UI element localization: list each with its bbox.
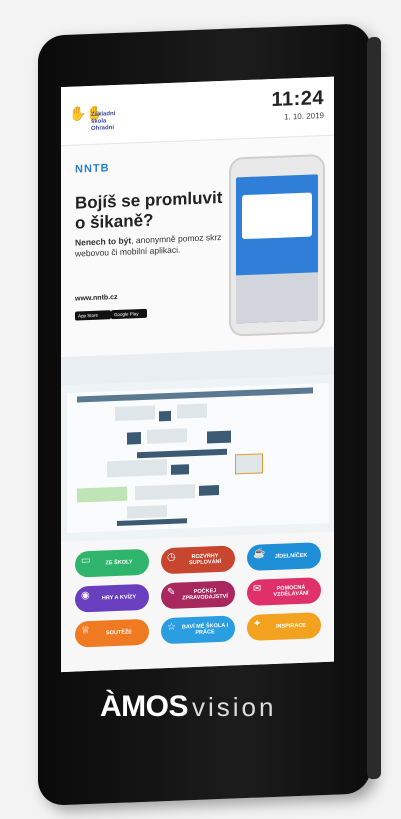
ad-url[interactable]: www.nntb.cz <box>75 294 118 303</box>
school-name: Základní škola Ohradní <box>91 111 116 132</box>
menu-button-ze-skoly[interactable]: ▭ ZE ŠKOLY <box>75 548 149 578</box>
phone-app-screen <box>236 174 318 324</box>
ad-text: Nenech to být, anonymně pomoz skrz webov… <box>75 231 235 259</box>
timetable-cell <box>135 483 195 501</box>
kiosk-device: ✋✋ Základní škola Ohradní 11:24 1. 10. 2… <box>38 23 381 806</box>
menu-button-label: ROZVRHY SUPLOVÁNÍ <box>188 552 222 567</box>
menu-button-bavi-me[interactable]: ☆ BAVÍ MĚ ŠKOLA I PRÁCE <box>161 615 235 645</box>
timetable-cell <box>115 405 155 422</box>
school-logo: ✋✋ Základní škola Ohradní <box>69 98 129 134</box>
pen-icon: ✎ <box>167 586 176 599</box>
timetable-highlight-cell <box>235 453 263 475</box>
menu-button-label: BAVÍ MĚ ŠKOLA I PRÁCE <box>181 622 229 636</box>
chat-icon: ✉ <box>253 583 262 595</box>
timetable-cell <box>177 403 207 419</box>
bulb-icon: ✦ <box>253 618 262 630</box>
ad-headline: Bojíš se promluvit o šikaně? <box>75 187 223 233</box>
timetable-panel[interactable] <box>61 346 334 543</box>
timetable-cell <box>199 485 219 496</box>
main-menu: ▭ ZE ŠKOLY ◷ ROZVRHY SUPLOVÁNÍ ☕ JÍDELNÍČEK… <box>61 531 334 673</box>
menu-button-hry[interactable]: ◉ HRY A KVÍZY <box>75 583 149 613</box>
phone-form-card <box>242 192 312 240</box>
timetable-cell <box>77 486 127 503</box>
menu-button-label: INSPIRACE <box>276 622 306 630</box>
timetable-hour-row <box>77 387 313 403</box>
clock-date: 1. 10. 2019 <box>283 111 324 122</box>
gamepad-icon: ◉ <box>81 590 90 602</box>
ad-brand-text: NNTB <box>75 162 110 176</box>
timetable-cell <box>207 430 231 444</box>
menu-button-jidelnicek[interactable]: ☕ JÍDELNÍČEK <box>247 542 321 571</box>
timetable-cell <box>127 432 141 445</box>
amos-brand: ÀMOS <box>100 690 188 724</box>
menu-button-vzdelavani[interactable]: ✉ POMOCNÁ VZDĚLÁVÁNÍ <box>247 577 321 606</box>
menu-button-label: POMOCNÁ VZDĚLÁVÁNÍ <box>273 584 309 598</box>
menu-button-inspirace[interactable]: ✦ INSPIRACE <box>247 612 321 641</box>
timetable-cell <box>147 428 187 444</box>
clock-time: 11:24 <box>271 87 324 112</box>
amos-vision-logo: ÀMOS vision <box>100 690 276 724</box>
timetable-cell <box>117 518 187 526</box>
timetable-cell <box>159 410 171 422</box>
menu-button-label: HRY A KVÍZY <box>101 593 137 602</box>
menu-button-label: POČKEJ ZPRAVODAJSTVÍ <box>182 587 228 602</box>
book-icon: ▭ <box>81 554 91 567</box>
timetable-grid <box>67 382 329 533</box>
menu-button-zpravodajstvi[interactable]: ✎ POČKEJ ZPRAVODAJSTVÍ <box>161 580 235 610</box>
kiosk-side-edge <box>367 36 381 780</box>
ad-brand: NNTB <box>75 162 110 175</box>
star-icon: ☆ <box>167 621 176 634</box>
timetable-cell <box>107 459 167 478</box>
vision-brand: vision <box>192 692 277 723</box>
google-play-badge[interactable]: Google Play <box>111 308 147 320</box>
timetable-cell <box>137 448 227 459</box>
header: ✋✋ Základní škola Ohradní 11:24 1. 10. 2… <box>61 76 334 146</box>
timetable-cell <box>171 464 189 475</box>
phone-keyboard <box>236 272 318 324</box>
menu-button-label: JÍDELNÍČEK <box>274 552 308 560</box>
app-store-badge[interactable]: App Store <box>75 310 111 321</box>
ad-banner[interactable]: NNTB Bojíš se promluvit o šikaně? Nenech… <box>61 134 334 359</box>
timetable-cell <box>127 505 167 519</box>
menu-button-label: ZE ŠKOLY <box>105 559 133 567</box>
phone-mockup <box>229 153 325 337</box>
kiosk-screen: ✋✋ Základní škola Ohradní 11:24 1. 10. 2… <box>61 76 334 673</box>
clock: 11:24 1. 10. 2019 <box>271 87 324 122</box>
food-icon: ☕ <box>253 548 266 560</box>
clock-icon: ◷ <box>167 551 176 564</box>
trophy-icon: ♕ <box>81 625 90 637</box>
menu-button-souteze[interactable]: ♕ SOUTĚŽE <box>75 618 149 648</box>
menu-button-label: SOUTĚŽE <box>106 629 132 637</box>
menu-button-rozvrhy[interactable]: ◷ ROZVRHY SUPLOVÁNÍ <box>161 545 235 575</box>
